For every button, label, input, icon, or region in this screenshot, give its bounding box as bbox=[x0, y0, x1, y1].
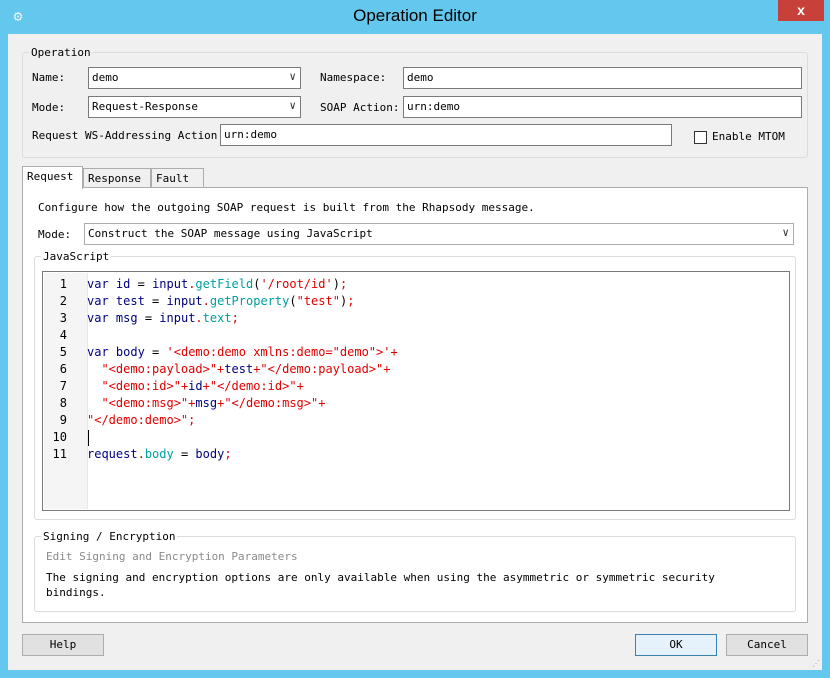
code-line: "<demo:msg>"+msg+"</demo:msg>"+ bbox=[101, 396, 326, 410]
javascript-editor[interactable]: 1 2 3 4 5 6 7 8 9 10 11 var id = input.g… bbox=[42, 271, 790, 511]
mode-value: Request-Response bbox=[92, 100, 198, 113]
line-number: 9 bbox=[59, 413, 67, 427]
javascript-group-label: JavaScript bbox=[43, 250, 110, 263]
line-number: 7 bbox=[59, 379, 67, 393]
line-number: 5 bbox=[59, 345, 67, 359]
ws-addressing-input[interactable]: urn:demo bbox=[220, 124, 672, 146]
edit-signing-link[interactable]: Edit Signing and Encryption Parameters bbox=[46, 550, 298, 563]
title-bar[interactable]: ⚙ Operation Editor x bbox=[0, 0, 830, 34]
enable-mtom-checkbox[interactable] bbox=[694, 131, 707, 144]
namespace-input[interactable]: demo bbox=[403, 67, 802, 89]
mode-dropdown[interactable]: Request-Response ∨ bbox=[88, 96, 301, 118]
request-mode-dropdown[interactable]: Construct the SOAP message using JavaScr… bbox=[84, 223, 794, 245]
code-line: var msg = input.text; bbox=[87, 311, 239, 325]
cancel-button[interactable]: Cancel bbox=[726, 634, 808, 656]
signing-encryption-group-label: Signing / Encryption bbox=[43, 530, 176, 543]
request-mode-value: Construct the SOAP message using JavaScr… bbox=[88, 227, 373, 240]
code-line: var body = '<demo:demo xmlns:demo="demo"… bbox=[87, 345, 398, 359]
request-mode-label: Mode: bbox=[38, 228, 72, 241]
close-button[interactable]: x bbox=[778, 0, 824, 21]
code-line: "<demo:id>"+id+"</demo:id>"+ bbox=[101, 379, 304, 393]
name-label: Name: bbox=[32, 71, 66, 84]
line-number: 6 bbox=[59, 362, 67, 376]
line-number: 2 bbox=[59, 294, 67, 308]
line-number: 3 bbox=[59, 311, 67, 325]
mode-label: Mode: bbox=[32, 101, 66, 114]
tab-request[interactable]: Request bbox=[22, 166, 83, 189]
soap-action-input[interactable]: urn:demo bbox=[403, 96, 802, 118]
name-value: demo bbox=[92, 71, 119, 84]
line-number: 10 bbox=[52, 430, 67, 444]
ws-addressing-label: Request WS-Addressing Action bbox=[32, 129, 218, 142]
request-description: Configure how the outgoing SOAP request … bbox=[38, 201, 535, 214]
chevron-down-icon: ∨ bbox=[289, 99, 296, 112]
soap-action-label: SOAP Action: bbox=[320, 101, 400, 114]
line-number: 1 bbox=[59, 277, 67, 291]
chevron-down-icon: ∨ bbox=[289, 70, 296, 83]
chevron-down-icon: ∨ bbox=[782, 226, 789, 239]
tab-response[interactable]: Response bbox=[83, 168, 151, 188]
line-number: 4 bbox=[59, 328, 67, 342]
ok-button[interactable]: OK bbox=[635, 634, 717, 656]
name-dropdown[interactable]: demo ∨ bbox=[88, 67, 301, 89]
line-number: 11 bbox=[52, 447, 67, 461]
signing-note: The signing and encryption options are o… bbox=[46, 571, 715, 599]
window-title: Operation Editor bbox=[353, 6, 477, 25]
resize-grip-icon[interactable]: ⋰ bbox=[812, 659, 820, 668]
code-line: request.body = body; bbox=[87, 447, 232, 461]
line-number: 8 bbox=[59, 396, 67, 410]
text-cursor bbox=[88, 430, 89, 446]
code-line: var test = input.getProperty("test"); bbox=[87, 294, 355, 308]
help-button[interactable]: Help bbox=[22, 634, 104, 656]
enable-mtom-label: Enable MTOM bbox=[712, 130, 785, 143]
code-line: "<demo:payload>"+test+"</demo:payload>"+ bbox=[101, 362, 391, 376]
code-line: var id = input.getField('/root/id'); bbox=[87, 277, 348, 291]
operation-group-label: Operation bbox=[31, 46, 91, 59]
code-line: "</demo:demo>"; bbox=[87, 413, 196, 427]
namespace-label: Namespace: bbox=[320, 71, 387, 84]
tab-fault[interactable]: Fault bbox=[151, 168, 204, 188]
dialog-body: Operation Name: demo ∨ Namespace: demo M… bbox=[8, 34, 822, 670]
